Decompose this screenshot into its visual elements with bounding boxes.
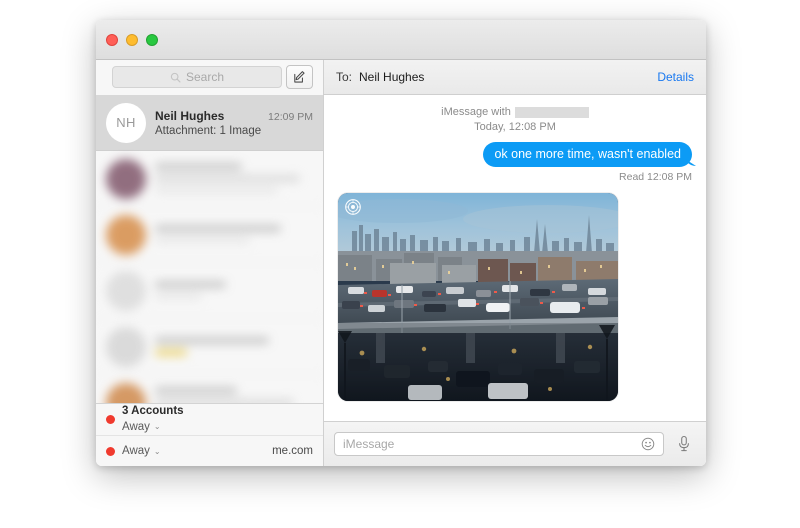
status-indicator-icon	[106, 446, 115, 456]
to-label: To:	[336, 70, 353, 84]
messages-window: NH Neil Hughes 12:09 PM Attachment: 1 Im…	[96, 20, 706, 466]
message-thread: iMessage with Today, 12:08 PM ok one mor…	[324, 95, 706, 421]
conversation-row-redacted[interactable]	[96, 375, 323, 403]
photo-artwork	[338, 193, 618, 401]
conversation-text	[155, 337, 313, 356]
status-dropdown-primary[interactable]: Away ⌄	[122, 421, 161, 433]
conversation-text	[155, 163, 313, 194]
account-domain: me.com	[272, 445, 313, 457]
conversation-text: Neil Hughes 12:09 PM Attachment: 1 Image	[155, 109, 313, 137]
message-bubble-outgoing[interactable]: ok one more time, wasn't enabled	[483, 142, 692, 167]
conversations-sidebar: NH Neil Hughes 12:09 PM Attachment: 1 Im…	[96, 60, 324, 466]
read-receipt: Read 12:08 PM	[619, 171, 692, 183]
window-body: NH Neil Hughes 12:09 PM Attachment: 1 Im…	[96, 60, 706, 466]
accounts-row-secondary: Away ⌄ me.com	[96, 435, 323, 466]
compose-bar: iMessage	[324, 421, 706, 466]
conversation-row-neil-hughes[interactable]: NH Neil Hughes 12:09 PM Attachment: 1 Im…	[96, 95, 323, 151]
message-input-placeholder: iMessage	[343, 437, 395, 451]
window-titlebar	[96, 20, 706, 60]
recipient-name[interactable]: Neil Hughes	[359, 70, 424, 84]
message-row-attachment	[338, 193, 692, 401]
conversation-list[interactable]: NH Neil Hughes 12:09 PM Attachment: 1 Im…	[96, 95, 323, 403]
chevron-down-icon: ⌄	[153, 446, 161, 456]
service-line: iMessage with	[338, 105, 692, 120]
search-container: Search	[112, 66, 282, 88]
conversation-text	[155, 387, 313, 403]
status-label: Away	[122, 420, 150, 433]
traffic-light-group	[96, 33, 158, 46]
message-input[interactable]: iMessage	[334, 432, 664, 456]
conversation-text	[155, 281, 313, 300]
thread-meta: iMessage with Today, 12:08 PM	[338, 105, 692, 135]
message-row-outgoing: ok one more time, wasn't enabled	[338, 142, 692, 167]
avatar	[106, 158, 146, 199]
message-thread-panel: To: Neil Hughes Details iMessage with To…	[324, 60, 706, 466]
maximize-window-button[interactable]	[146, 33, 158, 46]
status-label: Away	[122, 445, 150, 457]
conversation-row-redacted[interactable]	[96, 151, 323, 207]
avatar	[106, 214, 146, 255]
status-dropdown-secondary[interactable]: Away ⌄	[122, 445, 161, 457]
conversation-header-line: Neil Hughes 12:09 PM	[155, 109, 313, 123]
conversation-timestamp: 12:09 PM	[268, 110, 313, 123]
avatar	[106, 326, 146, 367]
search-placeholder: Search	[185, 70, 225, 84]
accounts-primary-text: 3 Accounts Away ⌄	[122, 405, 313, 435]
accounts-row-primary: 3 Accounts Away ⌄	[96, 404, 323, 435]
avatar	[106, 270, 146, 311]
search-icon	[170, 72, 181, 83]
conversation-row-redacted[interactable]	[96, 319, 323, 375]
accounts-footer: 3 Accounts Away ⌄ Away ⌄ me.com	[96, 403, 323, 466]
minimize-window-button[interactable]	[126, 33, 138, 46]
status-indicator-icon	[106, 415, 115, 424]
conversation-preview: Attachment: 1 Image	[155, 124, 262, 137]
smiley-icon[interactable]	[641, 437, 655, 451]
close-window-button[interactable]	[106, 33, 118, 46]
thread-timestamp: Today, 12:08 PM	[474, 121, 556, 133]
search-input[interactable]: Search	[112, 66, 282, 88]
conversation-text	[155, 225, 313, 244]
microphone-icon[interactable]	[672, 435, 696, 453]
conversation-row-redacted[interactable]	[96, 263, 323, 319]
details-button[interactable]: Details	[657, 70, 694, 84]
new-message-button[interactable]	[286, 65, 313, 89]
conversation-name: Neil Hughes	[155, 108, 225, 123]
avatar	[106, 382, 146, 403]
service-label: iMessage with	[441, 106, 511, 118]
conversation-row-redacted[interactable]	[96, 207, 323, 263]
compose-icon	[294, 70, 305, 83]
accounts-title: 3 Accounts	[122, 404, 184, 417]
avatar: NH	[106, 102, 146, 143]
redacted-contact	[514, 107, 589, 118]
chevron-down-icon: ⌄	[153, 422, 161, 431]
image-attachment[interactable]	[338, 193, 618, 401]
thread-header: To: Neil Hughes Details	[324, 60, 706, 95]
gear-icon	[345, 199, 361, 215]
